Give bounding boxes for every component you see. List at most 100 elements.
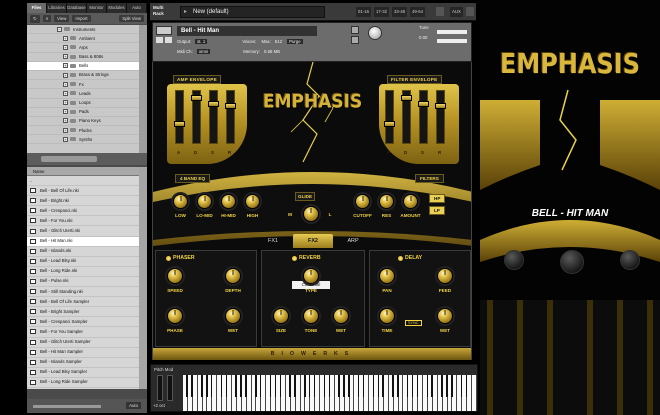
fader-handle[interactable] [384,121,395,127]
voices-max-value[interactable]: 512 [275,39,282,44]
fader-handle[interactable] [225,103,236,109]
tab-auto[interactable]: Auto [127,3,147,13]
expand-icon[interactable]: + [63,136,68,142]
tab-monitor[interactable]: Monitor [87,3,107,13]
list-item[interactable]: Bell - Crespanci.nki [27,206,139,217]
pan-slider[interactable] [437,39,467,43]
fader-handle[interactable] [191,95,202,101]
mod-wheel[interactable] [167,375,173,401]
list-item[interactable]: Bell - For You Sampler [27,327,139,338]
phaser-power-icon[interactable] [166,255,171,261]
expand-icon[interactable]: + [63,63,68,69]
tab-database[interactable]: Database [67,3,87,13]
volume-knob[interactable] [368,26,382,40]
tab-fx2[interactable]: FX2 [293,234,333,248]
list-item[interactable]: Bell - Bright.nki [27,196,139,207]
tools-icon[interactable] [156,37,163,43]
list-item[interactable]: Bell - Bell Of Life.nki [27,186,139,197]
fader-handle[interactable] [174,121,185,127]
column-name-header[interactable]: Name [27,167,139,176]
filter-0-knob[interactable] [355,194,370,209]
refresh-icon[interactable]: ↻ [30,14,40,23]
octave-label[interactable]: +2 oct [153,403,165,408]
eq-1-knob[interactable] [197,194,212,209]
delay-power-icon[interactable] [398,255,403,261]
page-17-32[interactable]: 17-32 [374,7,389,17]
page-49-64[interactable]: 49-64 [410,7,425,17]
list-item[interactable]: Bell - For You.nki [27,216,139,227]
list-item[interactable]: Bell - Bell Of Life Sampler [27,297,139,308]
sync-button[interactable]: SYNC [405,320,422,326]
list-item[interactable]: Bell - Hit Man.nki [27,236,139,247]
reverb-size-knob[interactable] [273,308,289,324]
amp-fader[interactable] [191,90,202,144]
tree-scrollbar[interactable] [139,25,147,153]
filter-fader[interactable] [435,90,446,144]
eq-2-knob[interactable] [221,194,236,209]
split-view-button[interactable]: Split View [119,15,144,22]
phaser-phase-knob[interactable] [167,308,183,324]
view-button[interactable]: View [54,15,70,22]
list-item[interactable]: Bell - Hit Man Sampler [27,348,139,358]
expand-icon[interactable]: + [63,100,68,106]
phaser-depth-knob[interactable] [225,268,241,284]
filter-1-knob[interactable] [379,194,394,209]
reverb-wet-knob[interactable] [333,308,349,324]
filter-2-knob[interactable] [403,194,418,209]
tune-value[interactable]: 0.00 [419,35,427,40]
pitch-wheel[interactable] [157,375,163,401]
list-item[interactable]: Bell - Long Ride.nki [27,267,139,277]
tab-arp[interactable]: ARP [333,234,373,248]
info-icon[interactable] [165,37,172,43]
tab-files[interactable]: Files [27,3,47,13]
instrument-name[interactable]: Bell - Hit Man [177,26,317,36]
expand-icon[interactable]: + [63,127,68,133]
expand-icon[interactable]: + [63,90,68,96]
page-33-48[interactable]: 33-48 [392,7,407,17]
aux-button[interactable]: AUX [450,7,463,17]
purge-button[interactable]: Purge [287,39,303,44]
preview-volume-slider[interactable] [33,405,101,408]
scroll-thumb[interactable] [41,156,97,162]
eq-0-knob[interactable] [173,194,188,209]
output-select[interactable]: st. 1 [195,39,208,44]
piano-keys[interactable] [183,375,477,411]
tab-fx1[interactable]: FX1 [253,234,293,248]
list-item-parent[interactable]: .. [27,176,139,187]
amp-fader[interactable] [174,90,185,144]
reverb-power-icon[interactable] [292,255,297,261]
expand-icon[interactable]: + [63,118,68,124]
tab-libraries[interactable]: Libraries [47,3,67,13]
filter-fader[interactable] [418,90,429,144]
save-icon[interactable] [436,7,444,16]
delay-wet-knob[interactable] [437,308,453,324]
reverb-tone-knob[interactable] [303,308,319,324]
instrument-icon[interactable] [156,26,172,35]
minus-icon[interactable]: − [57,26,62,32]
list-item[interactable]: Bell - Islands.nki [27,247,139,257]
list-item[interactable]: Bell - Glitch Uterti Sampler [27,338,139,348]
list-item[interactable]: Bell - Pulse.nki [27,277,139,288]
page-01-16[interactable]: 01-16 [356,7,371,17]
fader-handle[interactable] [435,103,446,109]
fader-handle[interactable] [208,101,219,107]
filter-fader[interactable] [384,90,395,144]
tree-item[interactable]: + Brass & Strings [27,71,147,81]
eq-3-knob[interactable] [245,194,260,209]
list-item[interactable]: Bell - Glitch Uterti.nki [27,226,139,237]
list-icon[interactable]: ≡ [42,15,52,22]
delay-pan-knob[interactable] [379,268,395,284]
delete-icon[interactable] [466,7,474,16]
mute-button[interactable] [351,36,359,44]
import-button[interactable]: Import [72,15,91,22]
list-item[interactable]: Bell - Long Ride Sampler [27,378,139,388]
delay-feed-knob[interactable] [437,268,453,284]
midi-select[interactable]: omni [196,49,211,54]
list-item[interactable]: Bell - Lead Blsy.nki [27,257,139,267]
auto-button[interactable]: Auto [126,402,141,409]
list-item[interactable]: Bell - Crespanci Sampler [27,317,139,328]
list-item[interactable]: Bell - Still Standing.nki [27,287,139,298]
hp-button[interactable]: HP [429,194,446,203]
expand-icon[interactable]: + [63,72,68,78]
reverb-type-knob[interactable] [303,268,319,284]
